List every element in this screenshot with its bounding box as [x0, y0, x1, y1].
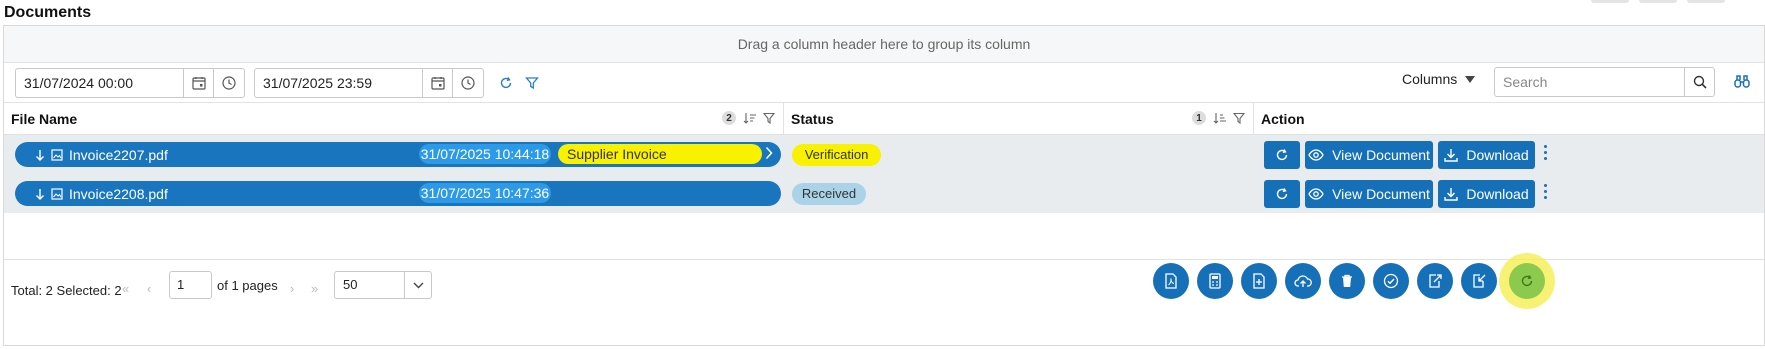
next-page-icon[interactable]: › [290, 281, 294, 296]
table-row[interactable]: Invoice2207.pdf 31/07/2025 10:44:18 Supp… [4, 135, 1764, 174]
group-panel-text: Drag a column header here to group its c… [737, 36, 1031, 52]
columns-label: Columns [1402, 71, 1458, 87]
arrow-down-icon[interactable] [35, 149, 45, 161]
image-icon [51, 148, 63, 161]
columns-dropdown[interactable]: Columns [1402, 71, 1476, 87]
page-size-value: 50 [343, 277, 358, 292]
check-circle-icon [1383, 273, 1399, 289]
file-plus-icon [1253, 273, 1265, 289]
file-name-pill[interactable]: Invoice2207.pdf 31/07/2025 10:44:18 Supp… [15, 142, 781, 167]
upload-button[interactable] [1285, 263, 1321, 299]
group-panel[interactable]: Drag a column header here to group its c… [4, 26, 1764, 63]
view-document-label: View Document [1332, 185, 1430, 202]
column-header-file-name[interactable]: File Name 2 [4, 103, 784, 134]
search-icon[interactable] [1684, 68, 1714, 96]
download-button[interactable]: Download [1438, 140, 1535, 169]
approve-button[interactable] [1373, 263, 1409, 299]
page-number-input[interactable]: 1 [169, 271, 212, 299]
file-name[interactable]: Invoice2207.pdf [69, 147, 168, 163]
timestamp-badge: 31/07/2025 10:47:36 [419, 183, 551, 203]
grid-footer: Total: 2 Selected: 2 « ‹ 1 of 1 pages › … [4, 253, 1764, 346]
reprocess-button[interactable] [1264, 179, 1300, 208]
column-filter-icon[interactable] [763, 112, 775, 124]
binoculars-icon[interactable] [1734, 73, 1750, 94]
eye-icon [1308, 148, 1324, 161]
delete-button[interactable] [1329, 263, 1365, 299]
sort-order-badge: 1 [1192, 111, 1206, 125]
refresh-icon [1276, 148, 1288, 160]
page-size-select[interactable]: 50 [334, 271, 432, 299]
view-document-button[interactable]: View Document [1305, 140, 1433, 169]
clock-icon[interactable] [453, 69, 483, 97]
column-header-label: Action [1261, 110, 1305, 127]
caret-down-icon [1465, 75, 1476, 83]
more-options-icon[interactable] [1544, 145, 1547, 160]
calendar-icon[interactable] [184, 68, 214, 97]
column-header-label: File Name [11, 110, 78, 127]
date-to-picker[interactable]: 31/07/2025 23:59 [254, 67, 484, 98]
calculate-button[interactable] [1197, 263, 1233, 299]
refresh-icon[interactable] [493, 70, 519, 96]
arrow-down-icon[interactable] [35, 188, 45, 200]
documents-grid: Drag a column header here to group its c… [3, 25, 1765, 346]
new-file-button[interactable] [1241, 263, 1277, 299]
import-button[interactable] [1461, 263, 1497, 299]
download-icon [1444, 148, 1459, 162]
column-filter-icon[interactable] [1233, 112, 1245, 124]
download-button[interactable]: Download [1438, 179, 1535, 208]
image-icon [51, 187, 63, 200]
calendar-icon[interactable] [423, 68, 453, 97]
top-right-controls [1591, 0, 1725, 3]
refresh-icon [1521, 275, 1533, 287]
download-icon [1444, 187, 1459, 201]
file-name-pill[interactable]: Invoice2208.pdf 31/07/2025 10:47:36 [15, 181, 781, 206]
page-count-label: of 1 pages [217, 278, 278, 293]
date-to-value[interactable]: 31/07/2025 23:59 [255, 68, 423, 97]
refresh-icon [1276, 187, 1288, 199]
export-icon [1429, 274, 1442, 288]
view-document-label: View Document [1332, 146, 1430, 163]
sort-asc-icon[interactable] [743, 112, 756, 124]
date-from-picker[interactable]: 31/07/2024 00:00 [15, 67, 245, 98]
status-badge: Received [792, 182, 866, 205]
view-document-button[interactable]: View Document [1305, 179, 1433, 208]
chevron-right-icon[interactable] [765, 146, 773, 160]
search-box[interactable]: Search [1494, 67, 1715, 97]
export-button[interactable] [1417, 263, 1453, 299]
first-page-icon[interactable]: « [122, 281, 129, 296]
trash-icon [1342, 274, 1352, 287]
import-icon [1473, 274, 1486, 288]
cloud-upload-icon [1294, 275, 1312, 287]
download-label: Download [1466, 185, 1529, 202]
status-badge: Verification [792, 143, 881, 166]
selection-summary: Total: 2 Selected: 2 [11, 283, 122, 298]
filter-icon[interactable] [519, 70, 545, 96]
clock-icon[interactable] [214, 69, 244, 97]
grid-toolbar: 31/07/2024 00:00 31/07/2025 23:59 Column… [4, 63, 1764, 103]
download-label: Download [1466, 146, 1529, 163]
chevron-down-icon[interactable] [404, 272, 431, 298]
sort-order-badge: 2 [722, 111, 736, 125]
last-page-icon[interactable]: » [311, 281, 318, 296]
prev-page-icon[interactable]: ‹ [147, 281, 151, 296]
calculator-icon [1209, 273, 1221, 289]
export-pdf-button[interactable] [1153, 263, 1189, 299]
document-type-tag: Supplier Invoice [558, 144, 762, 164]
search-input[interactable]: Search [1495, 68, 1684, 96]
pdf-icon [1165, 273, 1177, 289]
timestamp-badge: 31/07/2025 10:44:18 [419, 144, 551, 164]
grid-header: File Name 2 Status 1 Action [4, 103, 1764, 135]
sort-desc-icon[interactable] [1213, 112, 1226, 124]
page-title: Documents [4, 4, 92, 21]
date-from-value[interactable]: 31/07/2024 00:00 [16, 68, 184, 97]
eye-icon [1308, 187, 1324, 200]
reprocess-button[interactable] [1264, 140, 1300, 169]
more-options-icon[interactable] [1544, 184, 1547, 199]
file-name[interactable]: Invoice2208.pdf [69, 186, 168, 202]
refresh-button[interactable] [1509, 263, 1545, 299]
column-header-action: Action [1254, 103, 1764, 134]
table-row[interactable]: Invoice2208.pdf 31/07/2025 10:47:36 Rece… [4, 174, 1764, 213]
column-header-label: Status [791, 110, 834, 127]
column-header-status[interactable]: Status 1 [784, 103, 1254, 134]
